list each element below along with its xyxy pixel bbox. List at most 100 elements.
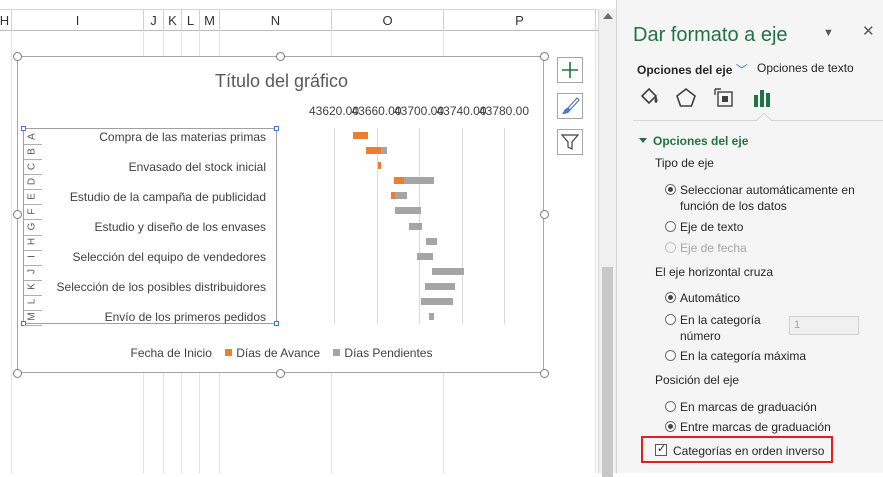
category-letter: J — [26, 269, 38, 275]
column-gridline — [11, 31, 12, 473]
fill-line-icon[interactable] — [637, 86, 661, 110]
chart-resize-handle[interactable] — [540, 210, 549, 219]
radio-on-tick-marks[interactable]: En marcas de graduación — [665, 399, 817, 415]
legend-entry-pending[interactable]: Días Pendientes — [333, 346, 432, 360]
column-header-h[interactable]: H — [0, 10, 12, 31]
reverse-categories-label[interactable]: Categorías en orden inverso — [673, 444, 824, 458]
category-axis-selected[interactable]: A B C D E F G H I J K L M Compra de las materias prim… — [21, 126, 279, 326]
chart-legend[interactable]: Fecha de Inicio Días de Avance Días Pend… — [18, 346, 545, 360]
chart-resize-handle[interactable] — [13, 52, 22, 61]
bar-pending[interactable] — [426, 237, 438, 245]
chart-resize-handle[interactable] — [276, 52, 285, 61]
radio-button[interactable] — [665, 421, 676, 432]
radio-crosses-category-number[interactable]: En la categoría número — [665, 312, 777, 344]
category-letter: B — [26, 147, 38, 155]
axis-selection-handle[interactable] — [21, 126, 26, 131]
chart-styles-button[interactable] — [557, 93, 583, 119]
radio-crosses-auto[interactable]: Automático — [665, 290, 740, 306]
bar-pending[interactable] — [428, 312, 434, 320]
legend-swatch — [333, 349, 341, 356]
chart-resize-handle[interactable] — [13, 369, 22, 378]
radio-button[interactable] — [665, 350, 676, 361]
axis-selection-handle[interactable] — [274, 321, 279, 326]
chart-title[interactable]: Título del gráfico — [18, 71, 545, 92]
radio-crosses-max-category[interactable]: En la categoría máxima — [665, 348, 806, 364]
column-header-p[interactable]: P — [444, 10, 596, 31]
bar-pending[interactable] — [404, 177, 434, 185]
category-letter: M — [26, 312, 38, 322]
x-tick-label[interactable]: 43780.00 — [479, 104, 529, 118]
gantt-chart[interactable]: Título del gráfico A B C D E F G H I J K L M Compra d… — [13, 52, 549, 378]
tab-text-options[interactable]: Opciones de texto — [757, 61, 854, 75]
bar-pending[interactable] — [409, 222, 423, 230]
chart-resize-handle[interactable] — [540, 369, 549, 378]
bar-pending[interactable] — [394, 207, 422, 215]
category-divider — [24, 325, 42, 326]
legend-entry-progress[interactable]: Días de Avance — [225, 346, 320, 360]
bar-pending[interactable] — [421, 297, 453, 305]
radio-between-tick-marks[interactable]: Entre marcas de graduación — [665, 419, 831, 435]
format-axis-pane: Dar formato a eje ▼ ✕ Opciones del eje ﹀… — [616, 0, 883, 473]
x-gridline — [461, 128, 463, 324]
chart-elements-button[interactable] — [557, 57, 583, 83]
category-letter: H — [26, 237, 38, 246]
chart-resize-handle[interactable] — [540, 52, 549, 61]
bar-pending[interactable] — [416, 252, 433, 260]
category-letter: L — [26, 299, 38, 305]
spreadsheet-area[interactable]: HIJKLMNOP Título del gráfico ABCDEFGHIJK… — [0, 0, 598, 473]
radio-button[interactable] — [665, 314, 676, 325]
vertical-scrollbar[interactable] — [598, 9, 616, 477]
bar-pending[interactable] — [431, 267, 464, 275]
collapse-triangle-icon — [639, 138, 647, 143]
radio-button[interactable] — [665, 401, 676, 412]
column-header-l[interactable]: L — [182, 10, 200, 31]
reverse-categories-highlight: ✓ Categorías en orden inverso — [641, 436, 833, 463]
tab-axis-options[interactable]: Opciones del eje ﹀ — [637, 61, 748, 78]
bar-progress[interactable] — [393, 177, 405, 185]
category-letter: C — [26, 162, 38, 170]
category-letter: D — [26, 177, 38, 185]
column-header-i[interactable]: I — [12, 10, 144, 31]
chart-filters-button[interactable] — [557, 129, 583, 155]
scroll-up-arrow-icon[interactable] — [603, 13, 613, 19]
axis-selection-handle[interactable] — [274, 126, 279, 131]
bar-pending[interactable] — [425, 282, 456, 290]
active-tab-pointer — [756, 113, 772, 122]
column-header-m[interactable]: M — [200, 10, 220, 31]
category-number-field[interactable]: 1 — [789, 316, 859, 335]
column-header-n[interactable]: N — [220, 10, 332, 31]
chart-resize-handle[interactable] — [13, 210, 22, 219]
scrollbar-thumb[interactable] — [602, 267, 613, 477]
section-axis-options[interactable]: Opciones del eje — [639, 134, 748, 148]
radio-button[interactable] — [665, 184, 676, 195]
effects-icon[interactable] — [674, 86, 698, 110]
column-gridline — [595, 31, 596, 473]
reverse-categories-checkbox[interactable]: ✓ — [655, 443, 667, 456]
column-header-k[interactable]: K — [164, 10, 182, 31]
radio-text-axis[interactable]: Eje de texto — [665, 219, 743, 235]
bar-progress[interactable] — [365, 147, 381, 155]
chart-resize-handle[interactable] — [276, 369, 285, 378]
bar-progress[interactable] — [377, 162, 381, 170]
category-label: Envío de los primeros pedidos — [104, 310, 266, 325]
x-gridline — [334, 128, 335, 324]
radio-auto-select[interactable]: Seleccionar automáticamente en función d… — [665, 182, 855, 214]
filter-icon — [560, 134, 580, 150]
bar-pending[interactable] — [394, 192, 408, 200]
paintbrush-icon — [562, 97, 580, 114]
axis-options-icon[interactable] — [750, 86, 774, 110]
radio-button[interactable] — [665, 292, 676, 303]
radio-button[interactable] — [665, 221, 676, 232]
bar-progress[interactable] — [353, 132, 368, 140]
close-icon[interactable]: ✕ — [862, 22, 875, 40]
chevron-down-icon: ﹀ — [735, 63, 748, 77]
column-header-j[interactable]: J — [144, 10, 164, 31]
legend-entry-start[interactable]: Fecha de Inicio — [131, 346, 212, 360]
bar-pending[interactable] — [380, 147, 388, 155]
crosses-label: El eje horizontal cruza — [655, 265, 774, 279]
pane-options-dropdown-icon[interactable]: ▼ — [823, 27, 834, 39]
axis-type-label: Tipo de eje — [655, 156, 714, 170]
column-header-o[interactable]: O — [332, 10, 444, 31]
category-label: Selección del equipo de vendedores — [72, 250, 266, 265]
size-properties-icon[interactable] — [712, 86, 736, 110]
